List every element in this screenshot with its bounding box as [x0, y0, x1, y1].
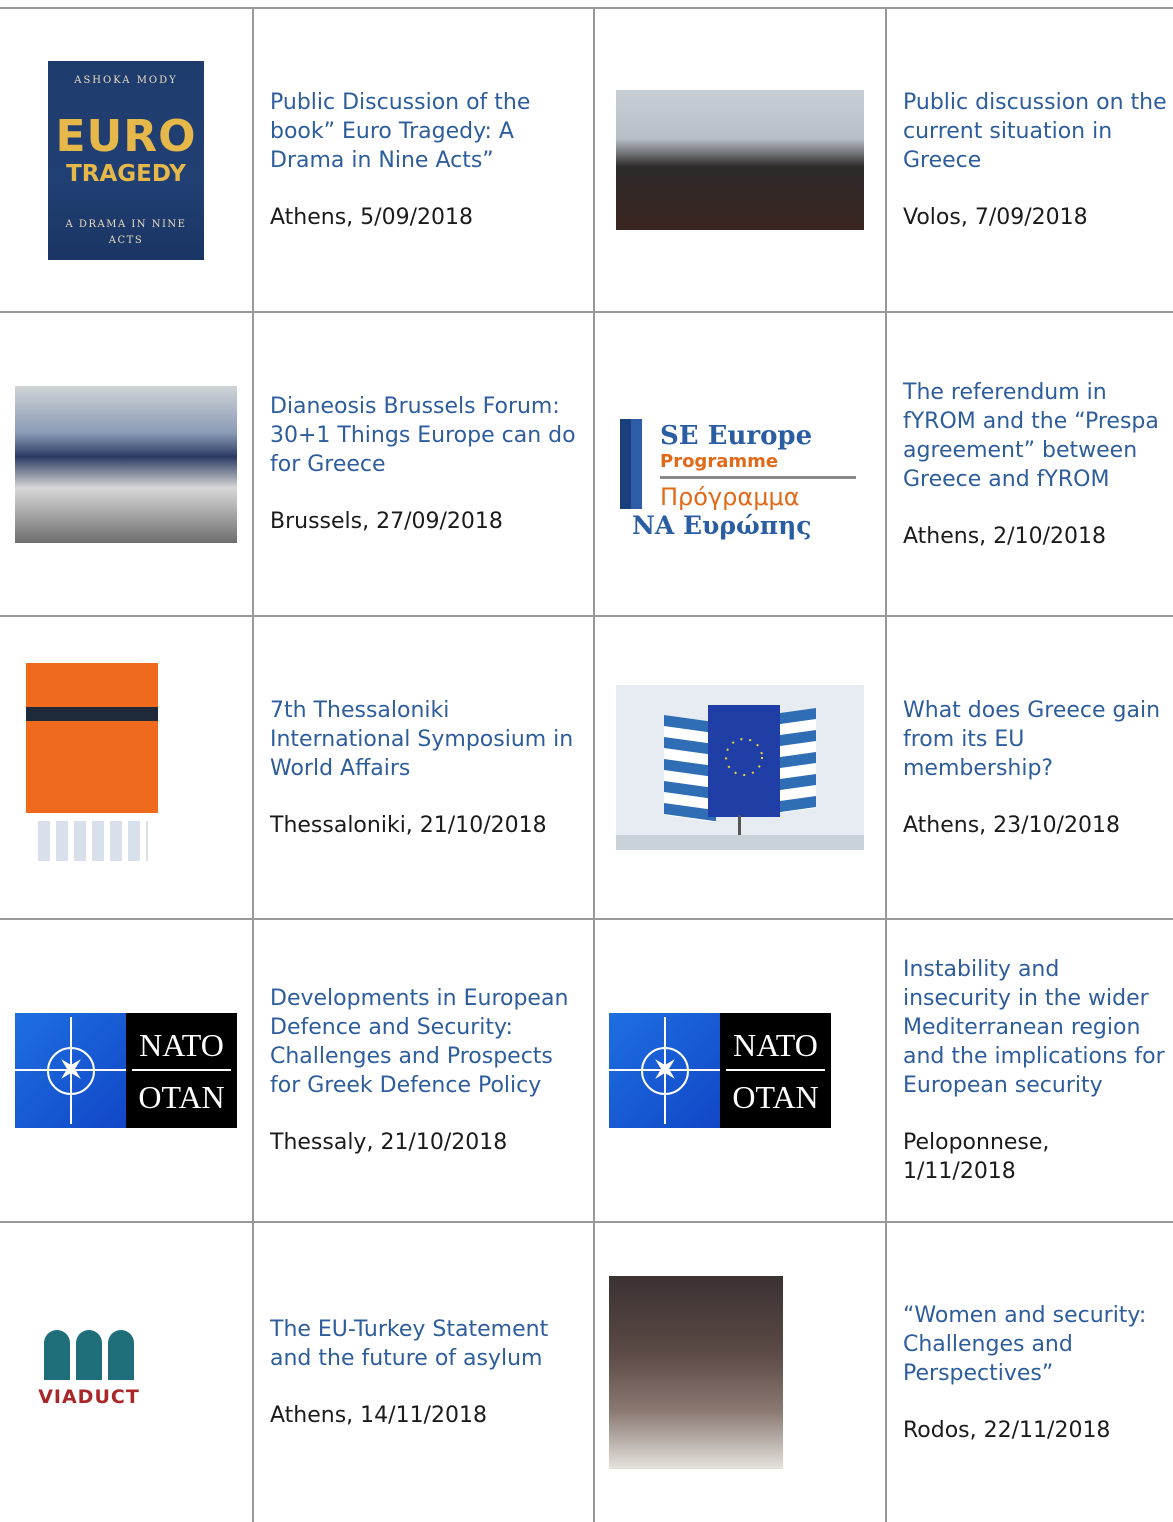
event-text-cell: The referendum in fYROM and the “Prespa … [887, 313, 1173, 615]
event-text-cell: Dianeosis Brussels Forum: 30+1 Things Eu… [254, 313, 593, 615]
nato-text: NATO [733, 1027, 818, 1063]
event-text-cell: The EU-Turkey Statement and the future o… [254, 1223, 593, 1522]
book-subtitle: A DRAMA IN NINE ACTS [65, 218, 187, 246]
nato-logo[interactable]: NATO OTAN [609, 1013, 831, 1128]
event-text-cell: What does Greece gain from its EU member… [887, 617, 1173, 918]
event-title-link[interactable]: Public discussion on the current situati… [903, 88, 1167, 175]
event-title-link[interactable]: The referendum in fYROM and the “Prespa … [903, 378, 1167, 494]
otan-text: OTAN [138, 1079, 225, 1115]
event-title-link[interactable]: Public Discussion of the book” Euro Trag… [270, 88, 587, 175]
nato-text: NATO [139, 1027, 224, 1063]
event-text-cell: “Women and security: Challenges and Pers… [887, 1223, 1173, 1522]
eu-greece-flags-photo[interactable] [616, 685, 864, 850]
logo-line2: Programme [660, 451, 779, 472]
otan-text: OTAN [732, 1079, 819, 1115]
event-text-cell: Public discussion on the current situati… [887, 9, 1173, 311]
nato-text-divider [132, 1069, 231, 1071]
event-image-cell [595, 617, 885, 918]
event-location-date: Athens, 14/11/2018 [270, 1403, 487, 1428]
flags-illustration [616, 685, 864, 850]
nato-text-panel: NATO OTAN [720, 1013, 831, 1128]
event-title-link[interactable]: Developments in European Defence and Sec… [270, 984, 587, 1100]
poster-dark-band [26, 706, 158, 721]
event-title-link[interactable]: The EU-Turkey Statement and the future o… [270, 1315, 587, 1373]
event-title-link[interactable]: Dianeosis Brussels Forum: 30+1 Things Eu… [270, 392, 587, 479]
event-location-date: Peloponnese, 1/11/2018 [903, 1130, 1050, 1184]
event-image-cell: NATO OTAN [0, 920, 252, 1221]
event-text-cell: Developments in European Defence and Sec… [254, 920, 593, 1221]
viaduct-logo[interactable]: VIADUCT [34, 1307, 144, 1438]
event-image-cell [595, 9, 885, 311]
event-image-cell [0, 313, 252, 615]
event-location-date: Volos, 7/09/2018 [903, 205, 1088, 230]
book-author: ASHOKA MODY [74, 74, 178, 86]
event-location-date: Thessaloniki, 21/10/2018 [270, 812, 547, 838]
logo-line4: ΝΑ Ευρώπης [632, 511, 812, 540]
poster-sponsor-logos [38, 820, 148, 861]
event-location-date: Athens, 5/09/2018 [270, 205, 473, 230]
symposium-poster-image[interactable] [18, 662, 158, 873]
euro-tragedy-book-cover[interactable]: ASHOKA MODY EURO TRAGEDY A DRAMA IN NINE… [48, 60, 204, 260]
event-image-cell [0, 617, 252, 918]
event-image-cell: SE Europe Programme Πρόγραμμα ΝΑ Ευρώπης [595, 313, 885, 615]
event-location-date: Brussels, 27/09/2018 [270, 509, 503, 534]
event-text-cell: Instability and insecurity in the wider … [887, 920, 1173, 1221]
event-location-date: Athens, 2/10/2018 [903, 523, 1106, 549]
book-title-line1: EURO [55, 110, 197, 162]
logo-divider [660, 476, 856, 479]
event-title-link[interactable]: Instability and insecurity in the wider … [903, 955, 1167, 1100]
logo-line1: SE Europe [660, 421, 813, 451]
eliamep-vertical-mark [620, 419, 642, 509]
nato-text-divider [726, 1069, 825, 1071]
event-image-cell: VIADUCT [0, 1223, 252, 1522]
logo-line3: Πρόγραμμα [660, 483, 800, 511]
event-text-cell: 7th Thessaloniki International Symposium… [254, 617, 593, 918]
panel-discussion-photo[interactable] [616, 90, 864, 230]
event-title-link[interactable]: What does Greece gain from its EU member… [903, 696, 1167, 783]
event-text-cell: Public Discussion of the book” Euro Trag… [254, 9, 593, 311]
event-location-date: Thessaly, 21/10/2018 [270, 1130, 508, 1155]
nato-logo[interactable]: NATO OTAN [15, 1013, 237, 1128]
event-image-cell [595, 1223, 885, 1522]
viaduct-wordmark: VIADUCT [38, 1385, 140, 1408]
event-location-date: Rodos, 22/11/2018 [903, 1417, 1111, 1443]
eliamep-programme-logo[interactable]: SE Europe Programme Πρόγραμμα ΝΑ Ευρώπης [616, 379, 864, 549]
book-title-line2: TRAGEDY [66, 160, 186, 187]
event-title-link[interactable]: 7th Thessaloniki International Symposium… [270, 696, 587, 783]
nato-text-panel: NATO OTAN [126, 1013, 237, 1128]
events-table: ASHOKA MODY EURO TRAGEDY A DRAMA IN NINE… [0, 0, 1173, 1522]
poster-orange-block [26, 662, 158, 813]
classroom-seminar-photo[interactable] [609, 1276, 783, 1469]
viaduct-arches-icon [44, 1329, 134, 1380]
event-title-link[interactable]: “Women and security: Challenges and Pers… [903, 1301, 1167, 1388]
brussels-forum-photo[interactable] [15, 385, 237, 543]
event-location-date: Athens, 23/10/2018 [903, 812, 1120, 838]
event-image-cell: ASHOKA MODY EURO TRAGEDY A DRAMA IN NINE… [0, 9, 252, 311]
event-image-cell: NATO OTAN [595, 920, 885, 1221]
